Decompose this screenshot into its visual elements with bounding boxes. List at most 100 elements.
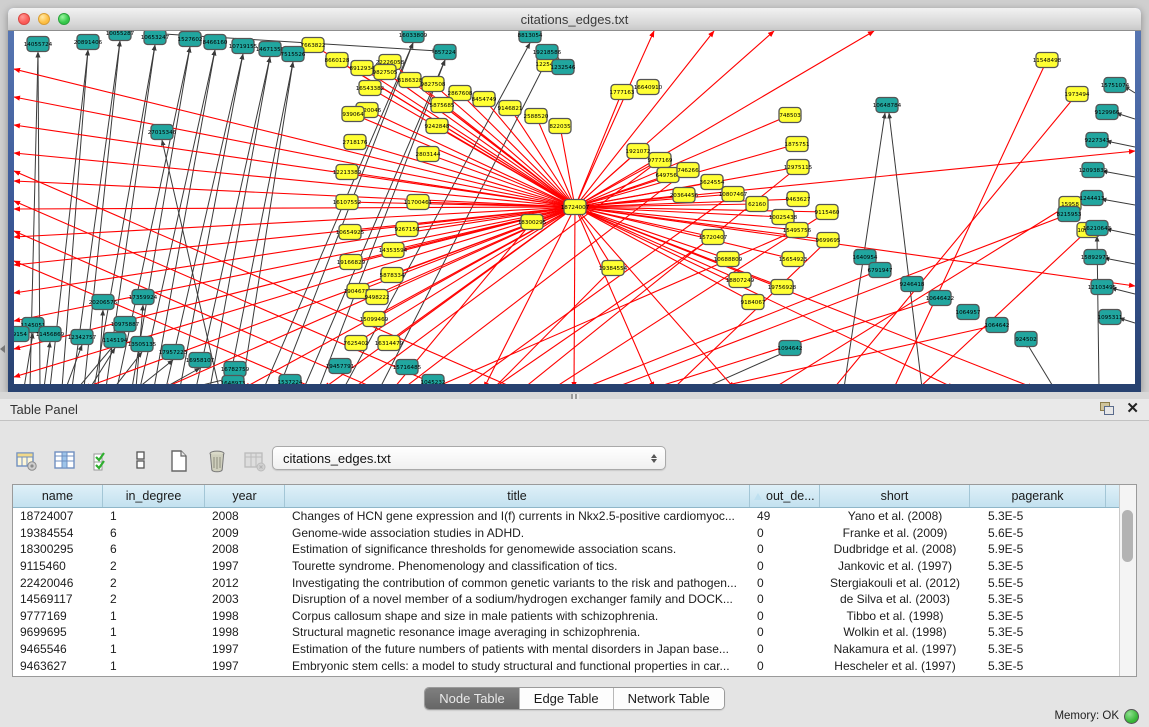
graph-edge[interactable] (844, 113, 885, 384)
table-cell[interactable]: 1998 (205, 609, 285, 623)
graph-node[interactable]: 13505135 (128, 337, 157, 352)
table-cell[interactable]: 2012 (205, 576, 285, 590)
table-cell[interactable]: 1 (103, 509, 205, 523)
graph-node[interactable]: 19218586 (533, 45, 562, 60)
graph-node[interactable]: 19384554 (599, 261, 628, 276)
graph-node[interactable]: 19756928 (768, 280, 797, 295)
table-cell[interactable]: Wolkin et al. (1998) (820, 625, 970, 639)
graph-edge[interactable] (14, 207, 575, 265)
table-cell[interactable]: 5.3E-5 (970, 559, 1106, 573)
table-cell[interactable]: Investigating the contribution of common… (285, 576, 750, 590)
graph-edge[interactable] (575, 31, 654, 207)
graph-node[interactable]: 19166829 (337, 255, 366, 270)
table-cell[interactable]: 1 (103, 642, 205, 656)
graph-node[interactable]: 2718176 (343, 135, 368, 150)
table-cell[interactable]: 1997 (205, 642, 285, 656)
table-cell[interactable]: 0 (750, 592, 820, 606)
graph-node[interactable]: 12093832 (1079, 163, 1107, 178)
table-row[interactable]: 1872400712008Changes of HCN gene express… (13, 508, 1136, 525)
table-cell[interactable]: 0 (750, 576, 820, 590)
graph-node[interactable]: 8186328 (398, 73, 423, 88)
graph-node[interactable]: 15716485 (393, 360, 422, 375)
table-row[interactable]: 977716911998Corpus callosum shape and si… (13, 608, 1136, 625)
graph-node[interactable]: 1875751 (785, 137, 810, 152)
graph-node[interactable]: 1921072 (626, 144, 651, 159)
graph-node[interactable]: 9115460 (815, 205, 840, 220)
graph-node[interactable]: 1045232 (421, 375, 446, 385)
table-row[interactable]: 969969511998Structural magnetic resonanc… (13, 624, 1136, 641)
table-cell[interactable]: Tourette syndrome. Phenomenology and cla… (285, 559, 750, 573)
table-cell[interactable]: 2003 (205, 592, 285, 606)
graph-node[interactable]: 10646422 (926, 291, 954, 306)
table-cell[interactable]: Dudbridge et al. (2008) (820, 542, 970, 556)
graph-node[interactable]: 27015346 (148, 125, 177, 140)
table-row[interactable]: 911546021997Tourette syndrome. Phenomeno… (13, 558, 1136, 575)
graph-node[interactable]: 10055287 (106, 31, 135, 41)
graph-edge[interactable] (834, 94, 1077, 384)
graph-node[interactable]: 16033809 (399, 31, 428, 43)
graph-node[interactable]: 10654925 (336, 225, 365, 240)
graph-node[interactable]: 15892971 (1081, 250, 1110, 265)
graph-edge[interactable] (1106, 141, 1135, 147)
graph-node[interactable]: 14055724 (24, 37, 53, 52)
graph-node[interactable]: 20206576 (89, 295, 118, 310)
table-cell[interactable]: 5.9E-5 (970, 542, 1106, 556)
graph-edge[interactable] (14, 69, 575, 207)
graph-node[interactable]: 5878334 (380, 268, 405, 283)
graph-node[interactable]: 6791947 (868, 263, 893, 278)
graph-node[interactable]: 1064957 (956, 305, 981, 320)
graph-node[interactable]: 12103495 (1088, 280, 1117, 295)
graph-node[interactable]: 9184067 (741, 295, 766, 310)
graph-node[interactable]: 10975887 (111, 317, 140, 332)
graph-edge[interactable] (140, 50, 215, 384)
graph-edge[interactable] (1101, 199, 1135, 205)
graph-edge[interactable] (14, 125, 575, 207)
table-cell[interactable]: Embryonic stem cells: a model to study s… (285, 659, 750, 673)
graph-node[interactable]: 9777169 (648, 153, 673, 168)
table-cell[interactable]: 5.3E-5 (970, 509, 1106, 523)
table-cell[interactable]: 9699695 (13, 625, 103, 639)
table-cell[interactable]: Corpus callosum shape and size in male p… (285, 609, 750, 623)
table-cell[interactable]: 49 (750, 509, 820, 523)
table-cell[interactable]: 0 (750, 659, 820, 673)
table-cell[interactable]: 5.3E-5 (970, 625, 1106, 639)
table-cell[interactable]: 9777169 (13, 609, 103, 623)
graph-node[interactable]: 17359924 (129, 290, 158, 305)
table-cell[interactable]: 9465546 (13, 642, 103, 656)
graph-node[interactable]: 11548498 (1033, 53, 1062, 68)
graph-node[interactable]: 1064642 (985, 318, 1010, 333)
table-cell[interactable]: 1 (103, 659, 205, 673)
graph-node[interactable]: 18300295 (518, 215, 547, 230)
graph-node[interactable]: 9699695 (816, 233, 841, 248)
column-header-name[interactable]: name (13, 485, 103, 507)
table-cell[interactable]: 1998 (205, 625, 285, 639)
graph-node[interactable]: 15720407 (699, 230, 728, 245)
graph-node[interactable]: 1973494 (1065, 87, 1090, 102)
graph-node[interactable]: 62160 (746, 197, 768, 212)
graph-node[interactable]: 15654923 (779, 252, 808, 267)
graph-edge[interactable] (575, 31, 714, 207)
graph-edge[interactable] (574, 207, 575, 384)
graph-node[interactable]: 8466160 (203, 35, 228, 50)
graph-node[interactable]: 14353594 (379, 243, 408, 258)
graph-node[interactable]: 8660128 (325, 53, 350, 68)
table-cell[interactable]: 5.5E-5 (970, 576, 1106, 590)
graph-node[interactable]: 2588520 (524, 109, 549, 124)
table-cell[interactable]: Nakamura et al. (1997) (820, 642, 970, 656)
graph-node[interactable]: 11456869 (36, 327, 65, 342)
graph-edge[interactable] (919, 230, 1088, 384)
graph-node[interactable]: 822035 (549, 119, 571, 134)
graph-node[interactable]: 9827508 (421, 77, 446, 92)
table-cell[interactable]: 5.3E-5 (970, 659, 1106, 673)
graph-edge[interactable] (1026, 342, 1054, 384)
graph-node[interactable]: 9129966 (1095, 105, 1120, 120)
table-cell[interactable]: Estimation of the future numbers of pati… (285, 642, 750, 656)
column-header-pagerank[interactable]: pagerank (970, 485, 1106, 507)
table-cell[interactable]: Tibbo et al. (1998) (820, 609, 970, 623)
table-row[interactable]: 946554611997Estimation of the future num… (13, 641, 1136, 658)
graph-node[interactable]: 9463627 (786, 192, 811, 207)
graph-node[interactable]: 16543382 (356, 81, 384, 96)
graph-node[interactable]: 8215953 (1057, 207, 1082, 222)
column-header-year[interactable]: year (205, 485, 285, 507)
close-panel-icon[interactable]: ✕ (1126, 401, 1139, 416)
